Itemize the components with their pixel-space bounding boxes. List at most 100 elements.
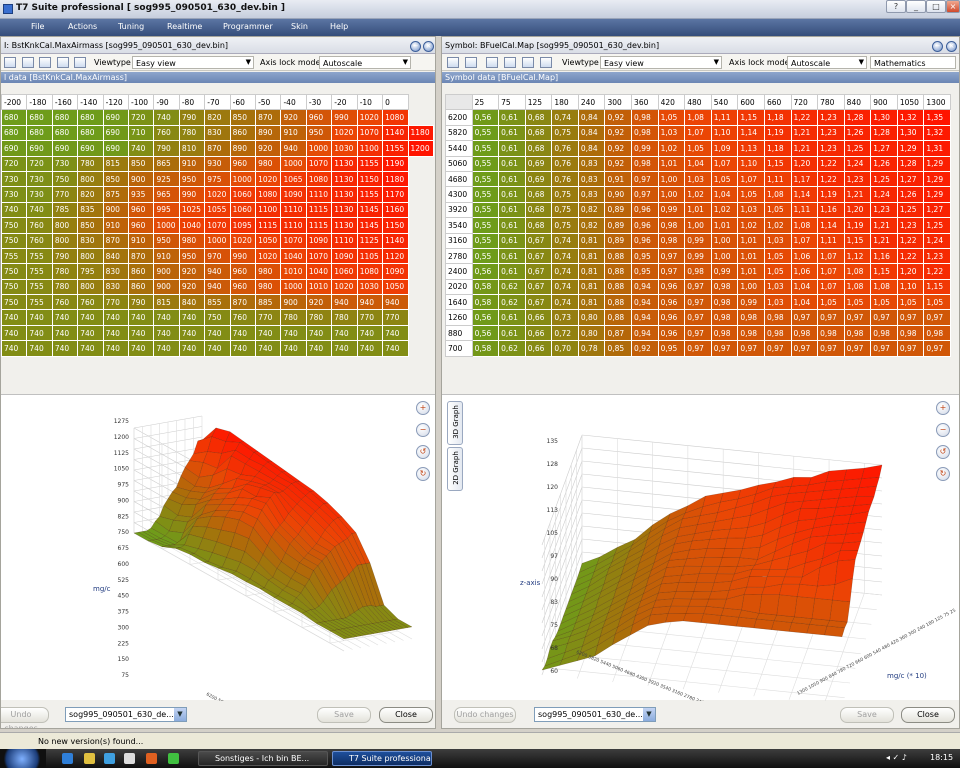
table-cell[interactable]: 0,69 bbox=[524, 170, 553, 188]
table-cell[interactable]: 740 bbox=[51, 309, 79, 326]
table-cell[interactable]: 0,69 bbox=[524, 155, 553, 172]
table-cell[interactable]: 1000 bbox=[280, 278, 307, 296]
table-cell[interactable]: 0,82 bbox=[577, 201, 606, 219]
media-icon[interactable] bbox=[124, 753, 135, 764]
table-cell[interactable]: 1120 bbox=[382, 247, 409, 265]
table-cell[interactable]: 0,55 bbox=[471, 155, 500, 172]
table-cell[interactable]: 1,27 bbox=[870, 140, 898, 157]
table-cell[interactable]: 0,56 bbox=[471, 324, 500, 342]
table-cell[interactable]: 750 bbox=[1, 263, 28, 280]
table-cell[interactable]: 0,66 bbox=[524, 340, 553, 357]
table-cell[interactable]: 1,28 bbox=[870, 124, 898, 142]
table-cell[interactable]: 0,81 bbox=[577, 232, 606, 249]
table-cell[interactable]: 1,12 bbox=[843, 247, 872, 265]
table-cell[interactable]: 1090 bbox=[305, 232, 333, 249]
table-cell[interactable]: 740 bbox=[331, 340, 358, 357]
table-cell[interactable]: 1060 bbox=[229, 201, 257, 219]
table-cell[interactable]: 750 bbox=[204, 309, 231, 326]
table-cell[interactable]: 1020 bbox=[255, 170, 282, 188]
table-cell[interactable]: 1,05 bbox=[763, 263, 792, 280]
left-panel-float-button[interactable]: − bbox=[410, 41, 421, 52]
start-button[interactable] bbox=[0, 749, 46, 768]
table-cell[interactable]: 1,22 bbox=[923, 263, 951, 280]
table-cell[interactable]: 780 bbox=[51, 278, 79, 296]
table-cell[interactable]: 0,67 bbox=[524, 263, 553, 280]
left-panel-close-button[interactable]: × bbox=[423, 41, 434, 52]
table-cell[interactable]: 1090 bbox=[382, 263, 409, 280]
app-icon[interactable] bbox=[146, 753, 157, 764]
table-cell[interactable]: 740 bbox=[26, 324, 53, 342]
table-cell[interactable]: 1,20 bbox=[790, 155, 819, 172]
table-cell[interactable]: 800 bbox=[51, 217, 79, 234]
table-cell[interactable]: 1,03 bbox=[763, 278, 792, 296]
table-cell[interactable]: 1000 bbox=[305, 140, 333, 157]
table-cell[interactable]: 990 bbox=[331, 109, 358, 126]
table-cell[interactable]: 0,68 bbox=[524, 217, 553, 234]
menu-tuning[interactable]: Tuning bbox=[118, 22, 144, 31]
table-cell[interactable]: 1090 bbox=[331, 247, 358, 265]
table-cell[interactable]: 1130 bbox=[331, 201, 358, 219]
table-cell[interactable]: 1,08 bbox=[790, 217, 819, 234]
table-cell[interactable]: 740 bbox=[77, 340, 104, 357]
table-cell[interactable]: 1,05 bbox=[870, 294, 898, 311]
table-cell[interactable]: 0,92 bbox=[631, 340, 659, 357]
table-cell[interactable]: 0,97 bbox=[710, 340, 739, 357]
table-cell[interactable]: 740 bbox=[51, 324, 79, 342]
right-3d-surface[interactable]: 135 128 120 113 105 97 90 83 75 68 60 z-axis mg/c (*… bbox=[442, 395, 959, 728]
table-cell[interactable]: 0,97 bbox=[843, 340, 872, 357]
table-cell[interactable]: 975 bbox=[204, 170, 231, 188]
table-cell[interactable]: 0,88 bbox=[604, 263, 633, 280]
table-cell[interactable]: 0,97 bbox=[657, 247, 686, 265]
import-icon[interactable] bbox=[540, 57, 552, 68]
table-cell[interactable]: 740 bbox=[77, 309, 104, 326]
table-cell[interactable]: 1,24 bbox=[843, 155, 872, 172]
table-cell[interactable]: 0,61 bbox=[498, 140, 526, 157]
table-cell[interactable]: 1,02 bbox=[763, 217, 792, 234]
table-cell[interactable]: 1000 bbox=[229, 170, 257, 188]
table-cell[interactable]: 0,89 bbox=[604, 201, 633, 219]
table-cell[interactable]: 0,97 bbox=[684, 340, 712, 357]
table-cell[interactable]: 1145 bbox=[356, 201, 384, 219]
table-cell[interactable]: 0,97 bbox=[817, 340, 845, 357]
table-cell[interactable]: 740 bbox=[26, 309, 53, 326]
table-cell[interactable]: 0,84 bbox=[577, 140, 606, 157]
table-cell[interactable]: 760 bbox=[26, 232, 53, 249]
table-cell[interactable]: 0,97 bbox=[631, 170, 659, 188]
table-cell[interactable]: 690 bbox=[26, 140, 53, 157]
table-cell[interactable]: 780 bbox=[51, 263, 79, 280]
table-cell[interactable]: 1,19 bbox=[817, 186, 845, 203]
table-cell[interactable]: 0,58 bbox=[471, 294, 500, 311]
table-cell[interactable]: 870 bbox=[128, 247, 155, 265]
table-cell[interactable]: 850 bbox=[102, 170, 130, 188]
table-cell[interactable]: 900 bbox=[153, 278, 180, 296]
table-cell[interactable]: 1,23 bbox=[923, 247, 951, 265]
table-cell[interactable]: 0,98 bbox=[790, 324, 819, 342]
table-cell[interactable]: 0,88 bbox=[604, 247, 633, 265]
menu-skin[interactable]: Skin bbox=[291, 22, 308, 31]
table-cell[interactable]: 1,10 bbox=[896, 278, 925, 296]
table-cell[interactable]: 0,62 bbox=[498, 278, 526, 296]
table-cell[interactable]: 0,85 bbox=[604, 340, 633, 357]
table-cell[interactable]: 1,25 bbox=[923, 217, 951, 234]
table-cell[interactable]: 1,03 bbox=[763, 232, 792, 249]
table-cell[interactable]: 0,99 bbox=[657, 201, 686, 219]
table-cell[interactable]: 740 bbox=[305, 324, 333, 342]
table-cell[interactable]: 0,56 bbox=[471, 263, 500, 280]
table-cell[interactable]: 1,18 bbox=[763, 109, 792, 126]
table-cell[interactable]: 740 bbox=[178, 324, 206, 342]
table-cell[interactable]: 950 bbox=[178, 170, 206, 188]
table-cell[interactable]: 1,05 bbox=[737, 186, 765, 203]
table-cell[interactable]: 1,02 bbox=[710, 201, 739, 219]
table-cell[interactable]: 0,98 bbox=[817, 324, 845, 342]
table-cell[interactable]: 0,98 bbox=[710, 278, 739, 296]
table-cell[interactable]: 770 bbox=[51, 186, 79, 203]
table-cell[interactable]: 920 bbox=[178, 278, 206, 296]
menu-programmer[interactable]: Programmer bbox=[223, 22, 273, 31]
table-cell[interactable]: 960 bbox=[128, 217, 155, 234]
menu-realtime[interactable]: Realtime bbox=[167, 22, 202, 31]
table-cell[interactable]: 1,02 bbox=[737, 217, 765, 234]
table-cell[interactable]: 1,22 bbox=[896, 232, 925, 249]
table-cell[interactable]: 0,99 bbox=[684, 232, 712, 249]
explorer-icon[interactable] bbox=[84, 753, 95, 764]
table-cell[interactable]: 0,98 bbox=[737, 309, 765, 326]
